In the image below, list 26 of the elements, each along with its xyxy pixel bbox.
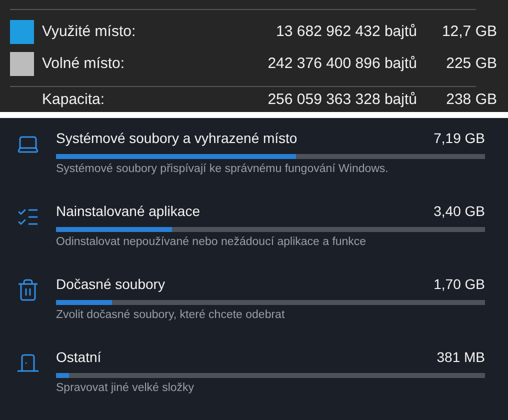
trash-icon [16,278,40,302]
storage-category[interactable]: Ostatní 381 MB Spravovat jiné velké složky [0,347,508,420]
category-size: 1,70 GB [434,275,485,294]
category-title: Dočasné soubory [56,275,165,294]
category-size: 7,19 GB [434,129,485,148]
storage-category[interactable]: Dočasné soubory 1,70 GB Zvolit dočasné soubory, které chcete odebrat [0,274,508,347]
size-value: 225 GB [445,54,497,74]
size-value: 12,7 GB [440,22,497,42]
capacity-label: Kapacita: [42,90,106,110]
category-size: 3,40 GB [434,202,485,221]
size-value: 238 GB [445,90,497,110]
category-description: Odinstalovat nepoužívané nebo nežádoucí aplikace a funkce [56,235,368,250]
category-title: Ostatní [56,348,102,367]
category-title: Systémové soubory a vyhrazené místo [56,129,298,148]
category-description: Spravovat jiné velké složky [56,381,196,396]
category-size: 381 MB [436,348,485,367]
byte-count: 256 059 363 328 bajtů [266,90,417,110]
category-description: Zvolit dočasné soubory, které chcete odebrat [56,308,286,323]
byte-count: 13 682 962 432 bajtů [275,22,417,42]
byte-count: 242 376 400 896 bajtů [266,54,417,74]
category-title: Nainstalované aplikace [56,202,200,221]
category-description: Systémové soubory přispívají ke správnému fungování Windows. [56,162,390,177]
storage-category[interactable]: Systémové soubory a vyhrazené místo 7,19 GB Systémové soubory přispívají ke správnému fungování Windows. [0,128,508,201]
storage-category[interactable]: Nainstalované aplikace 3,40 GB Odinstalovat nepoužívané nebo nežádoucí aplikace a funkce [0,201,508,274]
legend-label: Volné místo: [42,54,126,74]
legend-label: Využité místo: [42,22,137,42]
